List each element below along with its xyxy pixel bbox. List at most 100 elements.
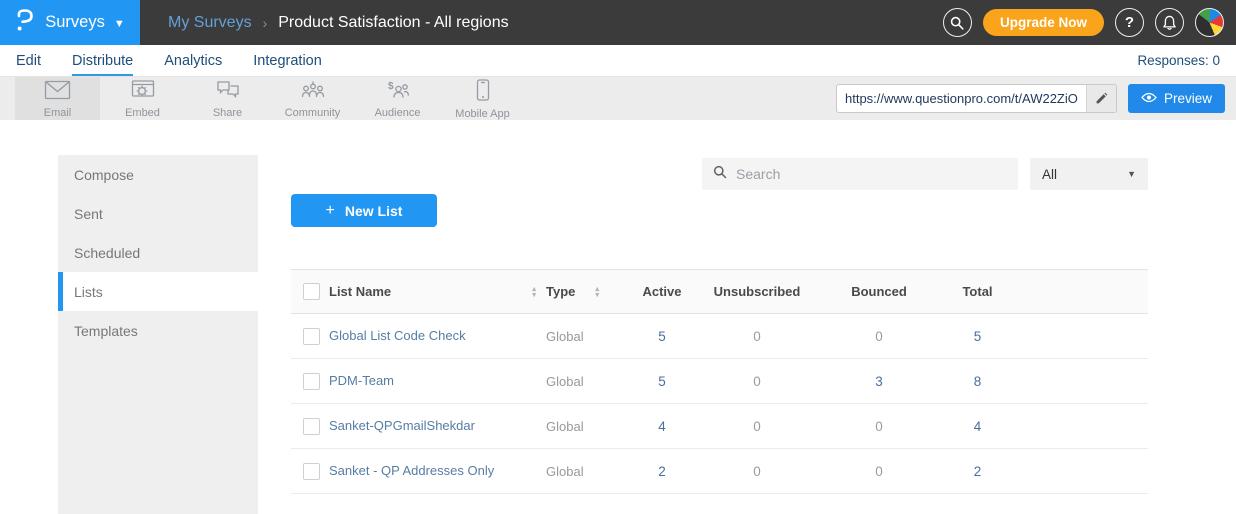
list-name-link[interactable]: Sanket - QP Addresses Only [329, 463, 494, 478]
responses-count[interactable]: Responses: 0 [1137, 45, 1220, 76]
bounced-count[interactable]: 0 [816, 314, 942, 359]
toolbar-item-mobile-app[interactable]: Mobile App [440, 77, 525, 120]
new-list-button[interactable]: + New List [291, 194, 437, 227]
embed-icon [131, 80, 155, 105]
plus-icon: + [326, 202, 335, 220]
unsubscribed-count[interactable]: 0 [698, 314, 816, 359]
list-search-box [702, 158, 1018, 190]
total-count[interactable]: 4 [942, 404, 1013, 449]
survey-title: Product Satisfaction - All regions [278, 14, 508, 32]
survey-url-input[interactable] [837, 91, 1086, 106]
filter-selected-value: All [1042, 167, 1057, 182]
toolbar-right: Preview [836, 77, 1236, 120]
column-header-active: Active [626, 270, 698, 314]
breadcrumb-separator-icon: › [263, 15, 268, 31]
table-row: Sanket - QP Addresses Only Global 2 0 0 … [291, 449, 1148, 494]
table-row: Global List Code Check Global 5 0 0 5 [291, 314, 1148, 359]
new-list-button-label: New List [345, 203, 403, 219]
community-icon [300, 80, 326, 105]
toolbar-item-label: Embed [125, 107, 160, 119]
toolbar-item-label: Share [213, 107, 242, 119]
account-avatar[interactable] [1195, 8, 1224, 37]
active-count[interactable]: 5 [626, 359, 698, 404]
product-switcher[interactable]: Surveys ▼ [0, 0, 140, 45]
toolbar-item-audience[interactable]: $ Audience [355, 77, 440, 120]
bounced-count[interactable]: 3 [816, 359, 942, 404]
search-input[interactable] [736, 166, 1007, 182]
top-header: Surveys ▼ My Surveys › Product Satisfact… [0, 0, 1236, 45]
tab-analytics[interactable]: Analytics [164, 45, 222, 76]
edit-url-button[interactable] [1086, 85, 1116, 112]
sidebar-item-sent[interactable]: Sent [58, 194, 258, 233]
search-icon[interactable] [943, 8, 972, 37]
toolbar-item-label: Mobile App [455, 108, 509, 120]
sidebar-item-scheduled[interactable]: Scheduled [58, 233, 258, 272]
toolbar-item-share[interactable]: Share [185, 77, 270, 120]
list-type: Global [546, 404, 626, 449]
lists-panel: All ▼ + New List [258, 155, 1178, 514]
toolbar-item-email[interactable]: Email [15, 77, 100, 120]
list-type: Global [546, 359, 626, 404]
survey-url-field [836, 84, 1117, 113]
sort-icon[interactable]: ▴▾ [595, 286, 599, 298]
list-type: Global [546, 314, 626, 359]
search-icon [713, 165, 727, 184]
total-count[interactable]: 8 [942, 359, 1013, 404]
sidebar-item-lists[interactable]: Lists [58, 272, 258, 311]
list-name-link[interactable]: Sanket-QPGmailShekdar [329, 418, 475, 433]
tab-edit[interactable]: Edit [16, 45, 41, 76]
select-all-checkbox[interactable] [303, 283, 320, 300]
list-name-link[interactable]: PDM-Team [329, 373, 394, 388]
column-header-type[interactable]: Type [546, 284, 575, 299]
list-filter-dropdown[interactable]: All ▼ [1030, 158, 1148, 190]
table-header-row: List Name ▴▾ Type ▴▾ Active Unsubscribed [291, 270, 1148, 314]
survey-nav: Edit Distribute Analytics Integration Re… [0, 45, 1236, 77]
notifications-bell-icon[interactable] [1155, 8, 1184, 37]
bounced-count[interactable]: 0 [816, 449, 942, 494]
breadcrumb: My Surveys › Product Satisfaction - All … [168, 14, 509, 32]
column-header-list-name[interactable]: List Name [329, 284, 391, 299]
help-icon[interactable]: ? [1115, 8, 1144, 37]
toolbar-item-label: Email [44, 107, 72, 119]
eye-icon [1141, 91, 1157, 106]
tab-integration[interactable]: Integration [253, 45, 322, 76]
audience-icon: $ [385, 80, 411, 105]
chevron-down-icon: ▼ [1127, 169, 1136, 179]
pencil-icon [1095, 92, 1108, 105]
upgrade-now-button[interactable]: Upgrade Now [983, 9, 1104, 36]
row-checkbox[interactable] [303, 328, 320, 345]
row-checkbox[interactable] [303, 418, 320, 435]
active-count[interactable]: 4 [626, 404, 698, 449]
sidebar-item-compose[interactable]: Compose [58, 155, 258, 194]
sort-icon[interactable]: ▴▾ [532, 286, 536, 298]
share-icon [216, 80, 240, 105]
row-checkbox[interactable] [303, 463, 320, 480]
tab-distribute[interactable]: Distribute [72, 45, 133, 76]
total-count[interactable]: 2 [942, 449, 1013, 494]
toolbar-item-label: Audience [375, 107, 421, 119]
column-header-bounced: Bounced [816, 270, 942, 314]
list-name-link[interactable]: Global List Code Check [329, 328, 466, 343]
bounced-count[interactable]: 0 [816, 404, 942, 449]
unsubscribed-count[interactable]: 0 [698, 359, 816, 404]
toolbar-item-embed[interactable]: Embed [100, 77, 185, 120]
preview-button[interactable]: Preview [1128, 84, 1225, 113]
email-icon [44, 80, 71, 105]
chevron-down-icon: ▼ [114, 18, 125, 30]
questionpro-logo-icon [15, 8, 36, 37]
unsubscribed-count[interactable]: 0 [698, 449, 816, 494]
column-header-unsubscribed: Unsubscribed [698, 270, 816, 314]
header-actions: Upgrade Now ? [943, 8, 1224, 37]
unsubscribed-count[interactable]: 0 [698, 404, 816, 449]
list-type: Global [546, 449, 626, 494]
table-row: Sanket-QPGmailShekdar Global 4 0 0 4 [291, 404, 1148, 449]
toolbar-item-community[interactable]: Community [270, 77, 355, 120]
toolbar-item-label: Community [285, 107, 341, 119]
breadcrumb-my-surveys[interactable]: My Surveys [168, 14, 252, 32]
row-checkbox[interactable] [303, 373, 320, 390]
active-count[interactable]: 2 [626, 449, 698, 494]
column-header-total: Total [942, 270, 1013, 314]
active-count[interactable]: 5 [626, 314, 698, 359]
total-count[interactable]: 5 [942, 314, 1013, 359]
sidebar-item-templates[interactable]: Templates [58, 311, 258, 350]
